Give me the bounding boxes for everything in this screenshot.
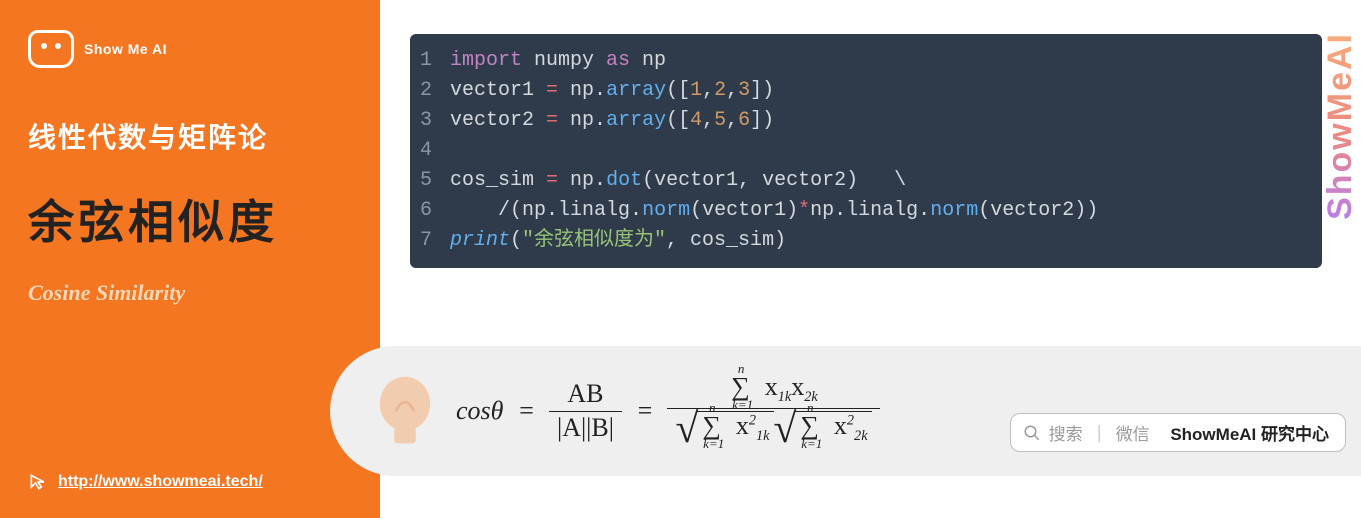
- category-title: 线性代数与矩阵论: [28, 116, 352, 156]
- code-line: 2vector1 = np.array([1,2,3]): [410, 76, 1322, 106]
- cursor-icon: [28, 472, 48, 492]
- code-line: 3vector2 = np.array([4,5,6]): [410, 106, 1322, 136]
- search-badge[interactable]: 搜索 ｜ 微信 ShowMeAI 研究中心: [1010, 413, 1346, 452]
- sum-icon: n ∑ k=1: [729, 373, 752, 402]
- formula-band: cosθ = AB |A||B| = n ∑ k=1 x1kx2k: [330, 346, 1361, 476]
- line-number: 6: [410, 196, 450, 226]
- url-text: http://www.showmeai.tech/: [58, 473, 263, 491]
- code-block: 1import numpy as np2vector1 = np.array([…: [410, 34, 1322, 268]
- lightbulb-icon: [360, 366, 450, 456]
- search-placeholder: 搜索: [1049, 420, 1083, 445]
- search-brand: ShowMeAI 研究中心: [1170, 420, 1329, 445]
- sqrt-2: n ∑ k=1 x22k: [774, 411, 872, 447]
- sqrt-1: n ∑ k=1 x21k: [675, 411, 773, 447]
- code-line: 1import numpy as np: [410, 46, 1322, 76]
- fraction-1: AB |A||B|: [549, 378, 622, 444]
- line-number: 7: [410, 226, 450, 256]
- code-line: 4: [410, 136, 1322, 166]
- code-line: 7print("余弦相似度为", cos_sim): [410, 226, 1322, 256]
- formula-lhs: cosθ: [456, 396, 503, 426]
- page-title-en: Cosine Similarity: [28, 280, 352, 306]
- search-hint: 微信: [1116, 420, 1150, 445]
- site-url[interactable]: http://www.showmeai.tech/: [28, 472, 263, 492]
- line-number: 4: [410, 136, 450, 166]
- equals-2: =: [636, 396, 654, 426]
- equals: =: [517, 396, 535, 426]
- watermark: ShowMeAI: [1321, 32, 1360, 220]
- cosine-formula: cosθ = AB |A||B| = n ∑ k=1 x1kx2k: [456, 371, 880, 451]
- code-content: import numpy as np: [450, 46, 666, 76]
- logo: Show Me AI: [28, 30, 352, 68]
- main-content: 1import numpy as np2vector1 = np.array([…: [380, 0, 1361, 518]
- line-number: 2: [410, 76, 450, 106]
- robot-icon: [28, 30, 74, 68]
- code-content: cos_sim = np.dot(vector1, vector2) \: [450, 166, 906, 196]
- line-number: 5: [410, 166, 450, 196]
- code-content: vector2 = np.array([4,5,6]): [450, 106, 774, 136]
- code-line: 6 /(np.linalg.norm(vector1)*np.linalg.no…: [410, 196, 1322, 226]
- fraction-2: n ∑ k=1 x1kx2k n ∑ k=1 x21k: [667, 371, 879, 451]
- logo-text: Show Me AI: [84, 41, 167, 57]
- search-icon: [1023, 424, 1041, 442]
- sidebar: Show Me AI 线性代数与矩阵论 余弦相似度 Cosine Similar…: [0, 0, 380, 518]
- code-line: 5cos_sim = np.dot(vector1, vector2) \: [410, 166, 1322, 196]
- code-content: print("余弦相似度为", cos_sim): [450, 226, 786, 256]
- line-number: 3: [410, 106, 450, 136]
- code-content: vector1 = np.array([1,2,3]): [450, 76, 774, 106]
- page-title: 余弦相似度: [28, 186, 352, 252]
- line-number: 1: [410, 46, 450, 76]
- code-content: /(np.linalg.norm(vector1)*np.linalg.norm…: [450, 196, 1098, 226]
